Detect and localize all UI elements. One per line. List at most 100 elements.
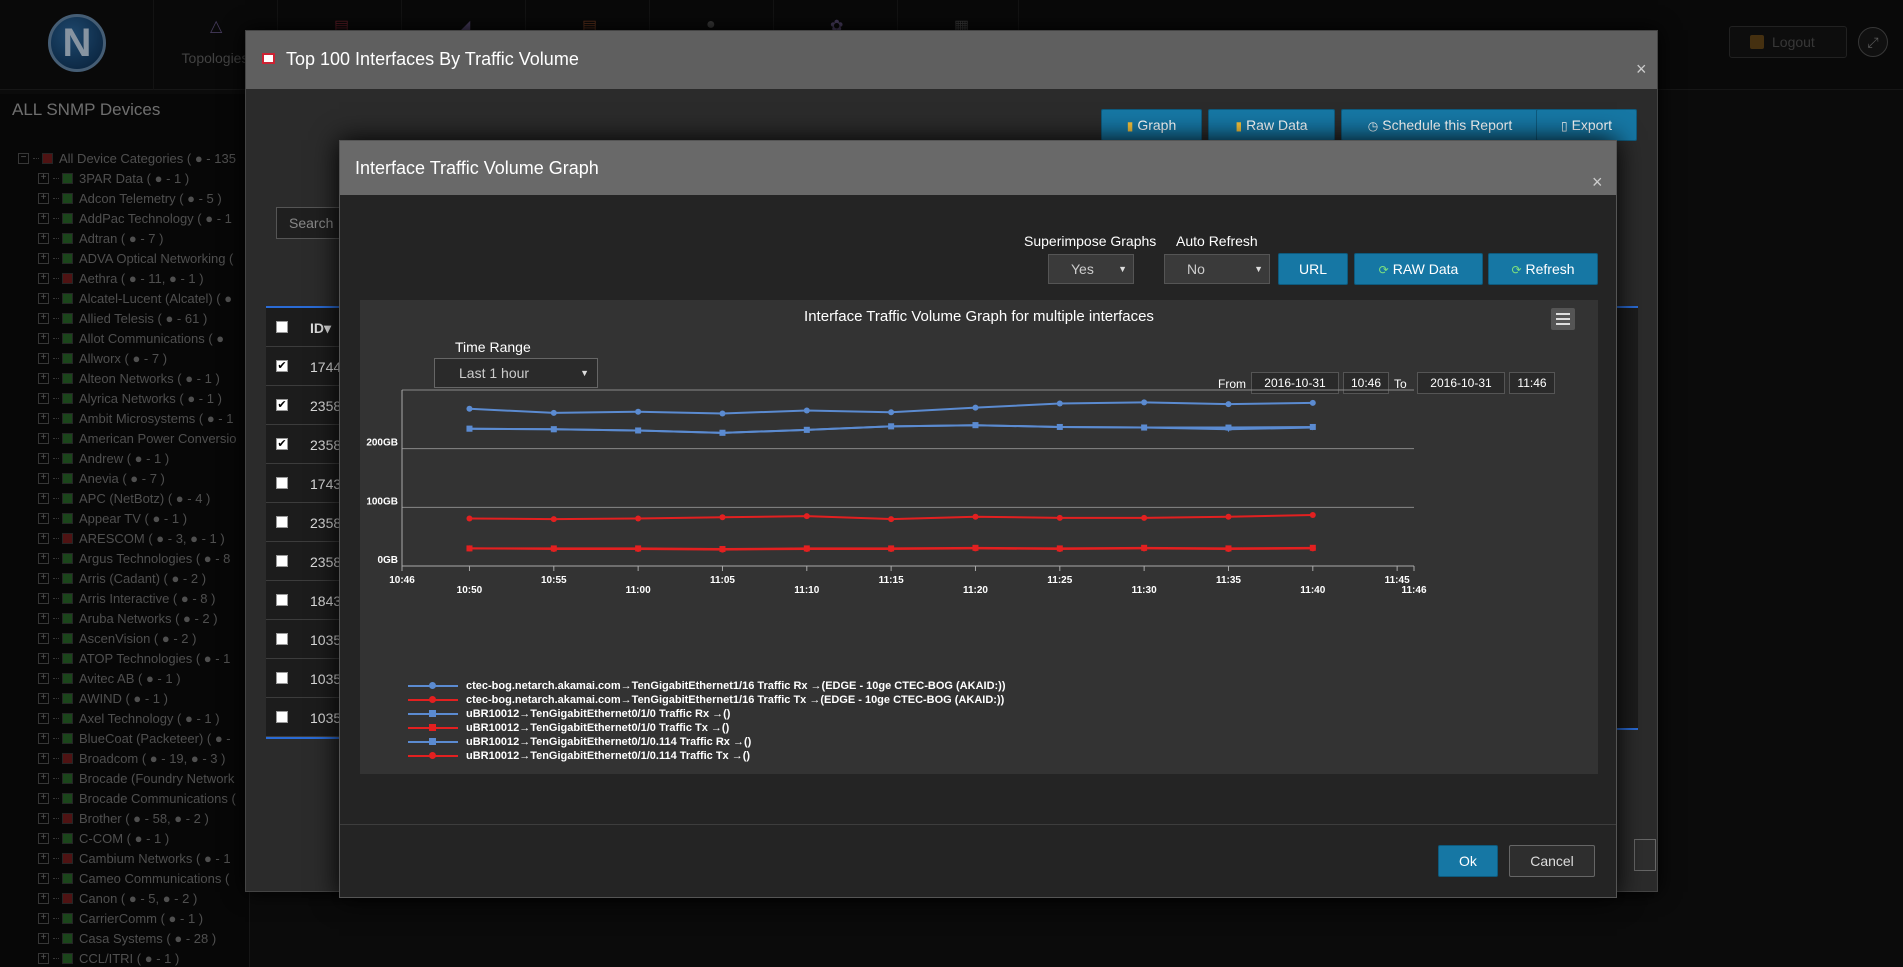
legend-marker (429, 682, 436, 689)
bar-chart-icon: ▮ (1235, 119, 1243, 133)
close-icon[interactable]: × (1636, 41, 1647, 97)
data-point (803, 407, 810, 414)
url-button-label: URL (1298, 261, 1327, 277)
legend-item[interactable]: uBR10012→TenGigabitEthernet0/1/0.114 Tra… (408, 749, 1006, 763)
cancel-button[interactable]: Cancel (1509, 845, 1595, 877)
dropdown-arrow-icon: ▼ (1118, 264, 1127, 274)
data-point (888, 409, 895, 416)
url-button[interactable]: URL (1278, 253, 1348, 285)
id-column-header[interactable]: ID▾ (310, 320, 331, 337)
report-dialog-footer-button[interactable] (1634, 839, 1656, 871)
data-point (466, 405, 473, 412)
raw-data-label: RAW Data (1392, 261, 1459, 277)
row-id: 1035 (310, 671, 342, 687)
row-id: 1743 (310, 476, 342, 492)
data-point (719, 546, 726, 553)
auto-refresh-select[interactable]: No ▼ (1164, 254, 1270, 284)
superimpose-label: Superimpose Graphs (1024, 233, 1157, 249)
legend-item[interactable]: ctec-bog.netarch.akamai.com→TenGigabitEt… (408, 679, 1006, 693)
x-tick-label: 11:25 (1047, 575, 1072, 586)
row-checkbox[interactable] (276, 555, 288, 567)
raw-data-button[interactable]: ⟳ RAW Data (1354, 253, 1483, 285)
refresh-icon: ⟳ (1378, 263, 1389, 277)
superimpose-value: Yes (1071, 261, 1094, 277)
data-point (550, 409, 557, 416)
ok-button[interactable]: Ok (1438, 845, 1498, 877)
data-point (635, 408, 642, 415)
data-point (466, 515, 473, 522)
y-tick-label: 0GB (377, 555, 398, 566)
x-tick-label: 10:46 (389, 575, 415, 586)
clock-icon: ◷ (1367, 119, 1379, 133)
report-icon (262, 53, 275, 64)
legend-marker (429, 710, 436, 717)
select-all-checkbox[interactable] (276, 321, 288, 333)
data-point (1225, 545, 1232, 552)
refresh-button[interactable]: ⟳ Refresh (1488, 253, 1598, 285)
graph-button-label: Graph (1137, 117, 1177, 133)
data-point (1309, 545, 1316, 552)
data-point (635, 545, 642, 552)
data-point (1225, 401, 1232, 408)
traffic-chart: Interface Traffic Volume Graph for multi… (360, 300, 1598, 774)
schedule-report-button[interactable]: ◷ Schedule this Report (1341, 109, 1539, 141)
row-checkbox[interactable]: ✔ (276, 360, 288, 372)
data-point (888, 516, 895, 523)
chart-title: Interface Traffic Volume Graph for multi… (804, 308, 1154, 325)
y-tick-label: 200GB (366, 438, 398, 449)
row-checkbox[interactable] (276, 594, 288, 606)
data-point (1141, 399, 1148, 406)
x-tick-label: 11:46 (1401, 585, 1426, 596)
graph-dialog: Interface Traffic Volume Graph × Superim… (339, 140, 1617, 898)
data-point (1309, 399, 1316, 406)
data-point (803, 545, 810, 552)
data-point (972, 513, 979, 520)
export-button[interactable]: ▯ Export (1536, 109, 1637, 141)
row-id: 1744 (310, 359, 342, 375)
x-tick-label: 11:40 (1300, 585, 1325, 596)
app-root: N △ Topologies ▤ ◢ ▤ ● ✿ ▦ Logout ⤢ ALL … (0, 0, 1903, 967)
row-checkbox[interactable]: ✔ (276, 399, 288, 411)
legend-item[interactable]: ctec-bog.netarch.akamai.com→TenGigabitEt… (408, 693, 1006, 707)
x-tick-label: 11:35 (1216, 575, 1241, 586)
data-point (550, 516, 557, 523)
refresh-icon: ⟳ (1511, 263, 1522, 277)
legend-item[interactable]: uBR10012→TenGigabitEthernet0/1/0 Traffic… (408, 721, 1006, 735)
chart-menu-button[interactable] (1551, 308, 1575, 330)
graph-button[interactable]: ▮ Graph (1101, 109, 1202, 141)
row-checkbox[interactable]: ✔ (276, 438, 288, 450)
close-icon[interactable]: × (1592, 155, 1603, 209)
data-point (1141, 514, 1148, 521)
data-point (1056, 514, 1063, 521)
legend-marker (429, 724, 436, 731)
data-point (803, 513, 810, 520)
data-point (1225, 513, 1232, 520)
data-point (1309, 511, 1316, 518)
row-id: 1035 (310, 632, 342, 648)
dropdown-arrow-icon: ▼ (1254, 264, 1263, 274)
legend-item[interactable]: uBR10012→TenGigabitEthernet0/1/0 Traffic… (408, 707, 1006, 721)
row-checkbox[interactable] (276, 672, 288, 684)
x-tick-label: 10:55 (541, 575, 567, 586)
x-tick-label: 11:15 (879, 575, 904, 586)
row-checkbox[interactable] (276, 477, 288, 489)
row-id: 2358 (310, 398, 342, 414)
data-point (972, 545, 979, 552)
row-id: 2358 (310, 515, 342, 531)
y-tick-label: 100GB (366, 496, 398, 507)
row-id: 2358 (310, 554, 342, 570)
x-tick-label: 11:30 (1132, 585, 1157, 596)
superimpose-select[interactable]: Yes ▼ (1048, 254, 1134, 284)
legend-item[interactable]: uBR10012→TenGigabitEthernet0/1/0.114 Tra… (408, 735, 1006, 749)
row-checkbox[interactable] (276, 711, 288, 723)
report-dialog-title: Top 100 Interfaces By Traffic Volume (286, 49, 579, 69)
row-checkbox[interactable] (276, 516, 288, 528)
report-dialog-header: Top 100 Interfaces By Traffic Volume × (246, 31, 1657, 89)
data-point (635, 515, 642, 522)
row-id: 1035 (310, 710, 342, 726)
data-point (1056, 545, 1063, 552)
row-checkbox[interactable] (276, 633, 288, 645)
raw-data-button[interactable]: ▮ Raw Data (1208, 109, 1335, 141)
x-tick-label: 10:50 (457, 585, 483, 596)
legend-marker (429, 696, 436, 703)
